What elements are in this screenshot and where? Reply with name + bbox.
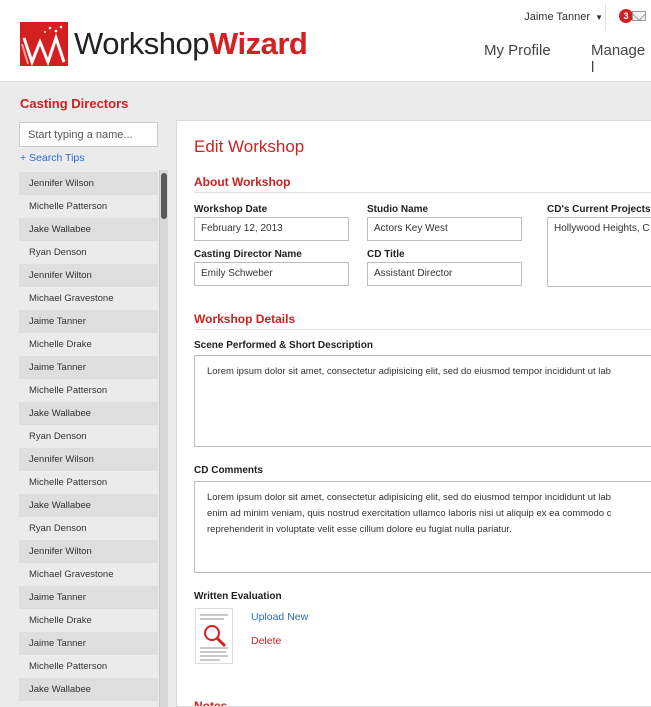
director-list-item[interactable]: Jennifer Wilson	[19, 172, 158, 195]
director-list-item[interactable]: Jennifer Wilton	[19, 540, 158, 563]
cd-projects-label: CD's Current Projects	[547, 204, 651, 215]
director-list-item[interactable]: Jake Wallabee	[19, 494, 158, 517]
search-tips-link[interactable]: + Search Tips	[20, 152, 85, 164]
workshop-details-heading: Workshop Details	[194, 312, 296, 326]
director-list-item[interactable]: Jake Wallabee	[19, 218, 158, 241]
logo-mark-icon	[20, 22, 68, 66]
director-list-item[interactable]: Jaime Tanner	[19, 632, 158, 655]
logo-word-wizard: Wizard	[209, 26, 308, 61]
director-list-item[interactable]: Jake Wallabee	[19, 402, 158, 425]
mail-icon[interactable]	[632, 11, 646, 21]
director-list-item[interactable]: Michelle Drake	[19, 333, 158, 356]
cd-title-label: CD Title	[367, 249, 405, 260]
director-list-item[interactable]: Ryan Denson	[19, 517, 158, 540]
casting-director-field[interactable]: Emily Schweber	[194, 262, 349, 286]
notification-badge[interactable]: 3	[619, 9, 633, 23]
director-list-item[interactable]: Jennifer Wilson	[19, 448, 158, 471]
director-list-item[interactable]: Michelle Drake	[19, 609, 158, 632]
director-list-item[interactable]: Michael Gravestone	[19, 563, 158, 586]
director-list-item[interactable]: Michelle Patterson	[19, 379, 158, 402]
director-list-item[interactable]: Jennifer Wilton	[19, 264, 158, 287]
magnifier-icon	[204, 625, 227, 648]
director-list-item[interactable]: Ryan Denson	[19, 241, 158, 264]
header-divider	[605, 4, 606, 30]
logo-word-workshop: Workshop	[74, 26, 210, 61]
scene-label: Scene Performed & Short Description	[194, 340, 373, 351]
about-workshop-heading: About Workshop	[194, 175, 291, 189]
director-list-item[interactable]: Jake Wallabee	[19, 678, 158, 701]
studio-name-field[interactable]: Actors Key West	[367, 217, 522, 241]
user-name: Jaime Tanner	[524, 11, 591, 23]
casting-director-label: Casting Director Name	[194, 249, 302, 260]
nav-manage[interactable]: Manage l	[591, 42, 651, 76]
delete-link[interactable]: Delete	[251, 635, 281, 647]
cd-projects-field[interactable]: Hollywood Heights, C	[547, 217, 651, 287]
logo-text: WorkshopWizard	[74, 22, 308, 66]
director-list-item[interactable]: Michelle Patterson	[19, 195, 158, 218]
cd-comments-label: CD Comments	[194, 465, 263, 476]
scene-description-textarea[interactable]: Lorem ipsum dolor sit amet, consectetur …	[194, 355, 651, 447]
user-menu[interactable]: Jaime Tanner ▼	[524, 11, 603, 23]
director-list-item[interactable]: Jaime Tanner	[19, 356, 158, 379]
written-evaluation-label: Written Evaluation	[194, 591, 282, 602]
director-list-item[interactable]: Michelle Patterson	[19, 655, 158, 678]
document-thumbnail[interactable]	[195, 608, 233, 664]
caret-down-icon: ▼	[595, 12, 603, 22]
workshop-wizard-logo[interactable]: WorkshopWizard	[20, 22, 308, 66]
workshop-date-field[interactable]: February 12, 2013	[194, 217, 349, 241]
workshop-date-label: Workshop Date	[194, 204, 268, 215]
cd-title-field[interactable]: Assistant Director	[367, 262, 522, 286]
director-search-input[interactable]: Start typing a name...	[19, 122, 158, 147]
top-header: WorkshopWizard Jaime Tanner ▼ 3 My Profi…	[0, 0, 651, 82]
scrollbar-thumb[interactable]	[161, 173, 167, 219]
director-list: Jennifer Wilson Michelle Patterson Jake Wa…	[19, 172, 158, 707]
director-list-item[interactable]: Jaime Tanner	[19, 586, 158, 609]
director-list-item[interactable]: Ryan Denson	[19, 425, 158, 448]
studio-name-label: Studio Name	[367, 204, 429, 215]
notes-heading: Notes	[194, 699, 228, 707]
section-divider	[194, 329, 651, 330]
director-list-item[interactable]: Michael Gravestone	[19, 287, 158, 310]
section-divider	[194, 192, 651, 193]
page-title: Edit Workshop	[194, 137, 305, 156]
sidebar-scrollbar[interactable]	[159, 170, 168, 707]
upload-new-link[interactable]: Upload New	[251, 611, 308, 623]
edit-workshop-panel: Edit Workshop About Workshop Workshop Da…	[176, 120, 651, 707]
director-list-item[interactable]: Michelle Patterson	[19, 471, 158, 494]
nav-my-profile[interactable]: My Profile	[484, 42, 551, 59]
sidebar-title: Casting Directors	[20, 96, 129, 111]
director-list-item[interactable]: Jaime Tanner	[19, 310, 158, 333]
cd-comments-textarea[interactable]: Lorem ipsum dolor sit amet, consectetur …	[194, 481, 651, 573]
